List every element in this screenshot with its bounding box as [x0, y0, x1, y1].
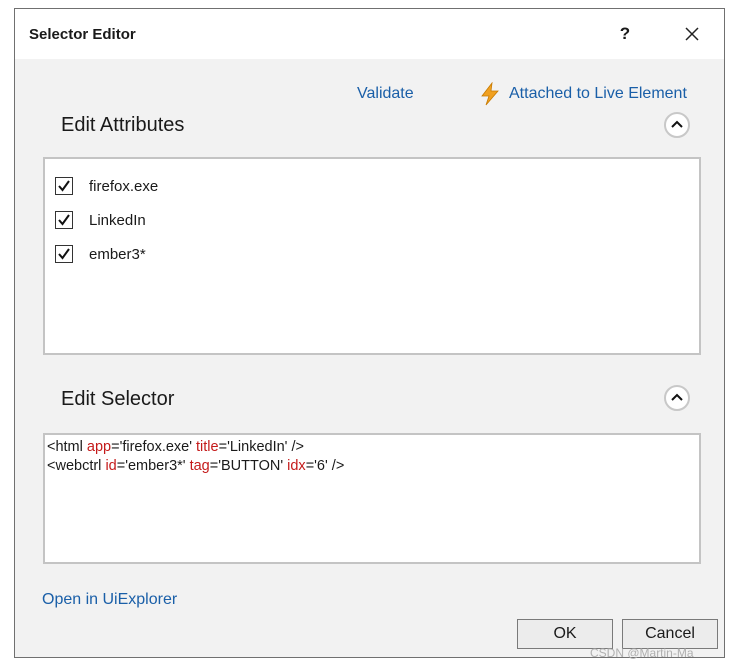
selector-token-val: 'BUTTON'	[218, 458, 284, 474]
attribute-label: ember3*	[89, 245, 146, 263]
chevron-up-icon	[671, 120, 683, 128]
attribute-item[interactable]: LinkedIn	[55, 211, 146, 229]
dialog-title: Selector Editor	[29, 26, 136, 43]
selector-token-tag: =	[116, 458, 126, 474]
validate-link[interactable]: Validate	[357, 85, 414, 103]
title-bar: Selector Editor ?	[15, 9, 724, 59]
selector-editor-dialog: Selector Editor ? Validate Attached to L…	[14, 8, 725, 658]
attached-live-element-label: Attached to Live Element	[509, 85, 687, 102]
selector-token-tag: />	[327, 458, 345, 474]
attribute-item[interactable]: ember3*	[55, 245, 146, 263]
open-in-uiexplorer-link[interactable]: Open in UiExplorer	[42, 591, 177, 609]
checkmark-icon	[58, 248, 70, 260]
selector-token-tag: =	[111, 439, 120, 455]
collapse-attributes-button[interactable]	[664, 112, 690, 138]
selector-token-tag: =	[218, 439, 228, 455]
checkmark-icon	[58, 214, 70, 226]
selector-token-tag: <webctrl	[47, 458, 106, 474]
help-button[interactable]: ?	[610, 21, 640, 47]
selector-token-tag: />	[287, 439, 304, 455]
cancel-button[interactable]: Cancel	[622, 619, 718, 649]
attribute-label: firefox.exe	[89, 177, 159, 195]
selector-token-attr: app	[86, 439, 112, 455]
selector-token-val: '6'	[314, 458, 328, 474]
attributes-list: firefox.exe LinkedIn ember3*	[43, 157, 701, 355]
selector-token-attr: title	[196, 439, 219, 455]
selector-token-attr: tag	[189, 458, 210, 474]
selector-line: <webctrl id='ember3*' tag='BUTTON' idx='…	[47, 457, 699, 476]
close-icon	[685, 27, 699, 41]
selector-text-editor[interactable]: <html app='firefox.exe' title='LinkedIn'…	[43, 433, 701, 564]
checkmark-icon	[58, 180, 70, 192]
selector-token-val: 'firefox.exe'	[119, 439, 192, 455]
attribute-label: LinkedIn	[89, 211, 146, 229]
selector-token-tag: =	[209, 458, 219, 474]
selector-token-tag: <html	[47, 439, 87, 455]
watermark-text: CSDN @Martin-Ma	[590, 646, 694, 660]
selector-token-tag: =	[305, 458, 315, 474]
lightning-icon	[481, 82, 499, 106]
selector-token-val: 'ember3*'	[125, 458, 186, 474]
collapse-selector-button[interactable]	[664, 385, 690, 411]
attribute-checkbox[interactable]	[55, 177, 73, 195]
edit-attributes-heading: Edit Attributes	[61, 114, 185, 136]
chevron-up-icon	[671, 393, 683, 401]
attribute-item[interactable]: firefox.exe	[55, 177, 158, 195]
ok-button[interactable]: OK	[517, 619, 613, 649]
selector-token-val: 'LinkedIn'	[227, 439, 288, 455]
close-button[interactable]	[677, 19, 707, 49]
attached-live-element-link[interactable]: Attached to Live Element	[479, 82, 687, 106]
attribute-checkbox[interactable]	[55, 211, 73, 229]
selector-token-attr: id	[105, 458, 117, 474]
selector-token-attr: idx	[287, 458, 306, 474]
selector-line: <html app='firefox.exe' title='LinkedIn'…	[47, 438, 699, 457]
edit-selector-heading: Edit Selector	[61, 388, 175, 410]
attribute-checkbox[interactable]	[55, 245, 73, 263]
